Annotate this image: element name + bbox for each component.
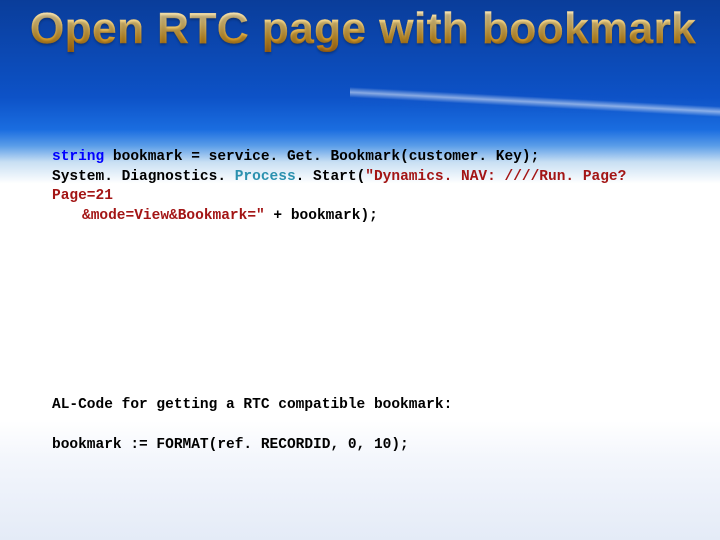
type-process: Process	[235, 169, 296, 185]
code-line-1: string bookmark = service. Get. Bookmark…	[52, 148, 668, 168]
al-code-line: bookmark := FORMAT(ref. RECORDID, 0, 10)…	[52, 436, 668, 456]
slide-title: Open RTC page with bookmark	[30, 6, 700, 52]
code-text: + bookmark);	[265, 208, 378, 224]
slide: Open RTC page with bookmark string bookm…	[0, 0, 720, 540]
code-text: . Start(	[296, 169, 366, 185]
note-line: AL-Code for getting a RTC compatible boo…	[52, 396, 668, 416]
decorative-sweep	[350, 59, 720, 145]
code-line-3: &mode=View&Bookmark=" + bookmark);	[52, 207, 668, 227]
code-text: bookmark = service. Get. Bookmark(custom…	[104, 149, 539, 165]
slide-body: string bookmark = service. Get. Bookmark…	[52, 148, 668, 455]
code-text: System. Diagnostics.	[52, 169, 235, 185]
keyword-string: string	[52, 149, 104, 165]
code-line-2: System. Diagnostics. Process. Start("Dyn…	[52, 168, 668, 207]
string-literal: &mode=View&Bookmark="	[82, 208, 265, 224]
